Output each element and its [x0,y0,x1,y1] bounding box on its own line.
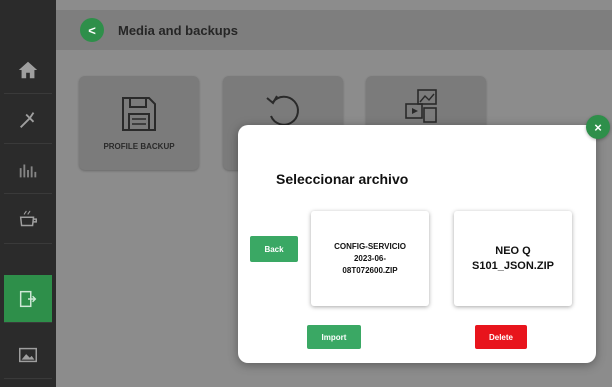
file-name-line-2: S101_JSON.ZIP [472,259,554,272]
file-name-line-1: NEO Q [495,244,531,257]
file-name-line-3: 08T072600.ZIP [342,265,398,275]
file-card-config-servicio[interactable]: CONFIG-SERVICIO 2023-06- 08T072600.ZIP [311,211,429,306]
close-icon: × [594,119,602,135]
file-name-line-2: 2023-06- [353,253,387,263]
import-button[interactable]: Import [307,325,361,349]
delete-button[interactable]: Delete [475,325,527,349]
dialog-title: Seleccionar archivo [276,171,409,187]
close-button[interactable]: × [586,115,610,139]
file-card-neo-q[interactable]: NEO Q S101_JSON.ZIP [454,211,572,306]
modal-overlay: × Seleccionar archivo Back CONFIG-SERVIC… [0,0,612,387]
back-button[interactable]: Back [250,236,298,262]
file-name-line-1: CONFIG-SERVICIO [334,241,406,251]
